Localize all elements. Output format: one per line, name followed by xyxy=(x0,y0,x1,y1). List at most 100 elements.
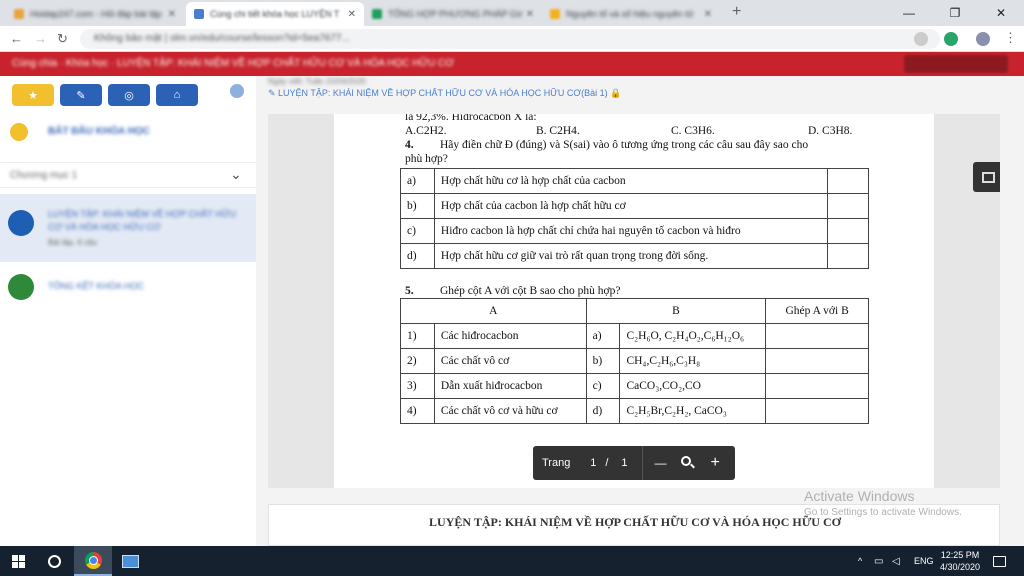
row-letter: c) xyxy=(585,373,621,399)
answer-cell[interactable] xyxy=(827,168,869,194)
row-label: c) xyxy=(400,218,435,244)
profile-avatar[interactable] xyxy=(976,32,990,46)
tab-title: Nguyên tố và số hiệu nguyên tử xyxy=(566,9,694,19)
close-window-button[interactable]: ✕ xyxy=(978,0,1024,26)
chevron-down-icon[interactable]: ⌄ xyxy=(230,166,242,183)
pencil-icon: ✎ xyxy=(76,89,86,102)
browser-tab[interactable]: Hoidap247.com - Hỏi đáp bài tập ✕ xyxy=(6,2,184,26)
table-row: c) Hiđro cacbon là hợp chất chỉ chứa hai … xyxy=(400,218,869,244)
new-tab-button[interactable]: + xyxy=(732,3,741,21)
match-cell[interactable] xyxy=(765,373,869,399)
browser-tab-active[interactable]: Cùng chi tiết khóa học LUYỆN T ✕ xyxy=(186,2,364,26)
maximize-button[interactable]: ❐ xyxy=(932,0,978,26)
edit-button[interactable]: ✎ xyxy=(60,84,102,106)
tab-favicon-icon xyxy=(14,9,24,19)
chrome-taskbar-button[interactable] xyxy=(74,546,112,576)
pdf-page: là 92,3%. Hiđrocacbon X là: A.C2H2. B. C… xyxy=(334,114,934,488)
table-row: 4) Các chất vô cơ và hữu cơ d) C₂H₅Br,C₂H₂,… xyxy=(400,398,869,424)
breadcrumb[interactable]: Cùng chia · Khóa học · LUYỆN TẬP: KHÁI N… xyxy=(12,58,454,69)
tab-close-icon[interactable]: ✕ xyxy=(348,9,356,20)
page-separator: / xyxy=(605,457,609,469)
start-course-label: BẮT ĐẦU KHÓA HỌC xyxy=(48,126,150,137)
clock[interactable]: 12:25 PM 4/30/2020 xyxy=(938,546,982,576)
posted-date: Ngày viết: Tuần 15/04/2020 xyxy=(268,77,366,86)
start-course-item[interactable]: BẮT ĐẦU KHÓA HỌC xyxy=(0,116,256,148)
chat-button[interactable]: ◎ xyxy=(108,84,150,106)
browser-tab-strip: Hoidap247.com - Hỏi đáp bài tập ✕ Cùng c… xyxy=(0,0,1024,26)
extension-icon[interactable] xyxy=(944,32,958,46)
divider xyxy=(641,446,643,480)
lesson-item-active[interactable]: LUYỆN TẬP: KHÁI NIỆM VỀ HỢP CHẤT HỮU CƠ … xyxy=(0,194,256,262)
fullscreen-icon xyxy=(981,171,995,183)
current-page-input[interactable]: 1 xyxy=(586,457,600,469)
notification-icon[interactable] xyxy=(993,546,1006,576)
table-row: d) Hợp chất hữu cơ giữ vai trò rất quan t… xyxy=(400,243,869,269)
column-b-cell: C₂H₆O, C₂H₄O₂,C₆H₁₂O₆ xyxy=(619,323,767,349)
extension-icon[interactable] xyxy=(914,32,928,46)
answer-cell[interactable] xyxy=(827,243,869,269)
tab-close-icon[interactable]: ✕ xyxy=(526,9,534,20)
match-cell[interactable] xyxy=(765,323,869,349)
home-button[interactable]: ⌂ xyxy=(156,84,198,106)
lesson-dot-icon xyxy=(8,210,34,236)
app-taskbar-button[interactable] xyxy=(112,546,148,576)
column-a-cell: Dẫn xuất hiđrocacbon xyxy=(433,373,587,399)
network-icon[interactable]: ▭ xyxy=(874,546,883,576)
table-row: 3) Dẫn xuất hiđrocacbon c) CaCO₃,CO₂,CO xyxy=(400,373,869,399)
row-label: a) xyxy=(400,168,435,194)
table-header-row: A B Ghép A với B xyxy=(400,298,869,324)
question-text: Ghép cột A với cột B sao cho phù hợp? xyxy=(440,285,621,297)
language-indicator[interactable]: ENG xyxy=(914,546,934,576)
page-label: Trang xyxy=(542,457,571,469)
minimize-button[interactable]: — xyxy=(886,0,932,26)
tray-overflow-icon[interactable]: ^ xyxy=(858,546,862,576)
row-statement: Hợp chất hữu cơ giữ vai trò rất quan trọ… xyxy=(433,243,829,269)
summary-item[interactable]: TỔNG KẾT KHÓA HỌC xyxy=(0,272,256,302)
row-statement: Hiđro cacbon là hợp chất chỉ chứa hai ng… xyxy=(433,218,829,244)
chapter-label: Chương mục 1 xyxy=(10,170,78,181)
tab-favicon-icon xyxy=(550,9,560,19)
fullscreen-button[interactable] xyxy=(973,162,1000,192)
zoom-out-button[interactable]: — xyxy=(655,456,667,470)
menu-dots-icon[interactable]: ⋮ xyxy=(1004,30,1017,46)
column-b-cell: CH₄,C₂H₆,C₃H₈ xyxy=(619,348,767,374)
header-action-button[interactable] xyxy=(904,55,1008,73)
doc-text: là 92,3%. Hiđrocacbon X là: xyxy=(405,114,537,123)
tab-title: TỔNG HỢP PHƯƠNG PHÁP GIẢI xyxy=(388,9,522,19)
star-button[interactable]: ★ xyxy=(12,84,54,106)
match-cell[interactable] xyxy=(765,398,869,424)
row-statement: Hợp chất của cacbon là hợp chất hữu cơ xyxy=(433,193,829,219)
tab-favicon-icon xyxy=(372,9,382,19)
tab-close-icon[interactable]: ✕ xyxy=(704,9,712,20)
column-header: B xyxy=(585,298,767,324)
help-icon[interactable] xyxy=(230,84,244,98)
table-row: 2) Các chất vô cơ b) CH₄,C₂H₆,C₃H₈ xyxy=(400,348,869,374)
browser-tab[interactable]: Nguyên tố và số hiệu nguyên tử ✕ xyxy=(542,2,720,26)
forward-arrow-icon[interactable]: → xyxy=(34,31,47,46)
tab-title: Cùng chi tiết khóa học LUYỆN T xyxy=(210,9,340,19)
lesson-title: LUYỆN TẬP: KHÁI NIỆM VỀ HỢP CHẤT HỮU CƠ … xyxy=(48,209,236,232)
start-button[interactable] xyxy=(0,546,36,576)
match-cell[interactable] xyxy=(765,348,869,374)
column-b-cell: CaCO₃,CO₂,CO xyxy=(619,373,767,399)
chapter-section-header[interactable]: Chương mục 1 ⌄ xyxy=(0,162,256,188)
answer-cell[interactable] xyxy=(827,218,869,244)
browser-tab[interactable]: TỔNG HỢP PHƯƠNG PHÁP GIẢI ✕ xyxy=(364,2,542,26)
back-arrow-icon[interactable]: ← xyxy=(10,31,23,46)
answer-cell[interactable] xyxy=(827,193,869,219)
row-number: 2) xyxy=(400,348,435,374)
zoom-search-icon[interactable] xyxy=(680,456,695,470)
search-button[interactable] xyxy=(36,546,72,576)
tab-close-icon[interactable]: ✕ xyxy=(168,9,176,20)
home-icon: ⌂ xyxy=(173,89,181,101)
volume-icon[interactable]: ◁ xyxy=(892,546,900,576)
table-row: 1) Các hiđrocacbon a) C₂H₆O, C₂H₄O₂,C₆H₁₂O₆ xyxy=(400,323,869,349)
reload-icon[interactable]: ↻ xyxy=(57,31,68,47)
address-bar[interactable]: Không bảo mật | olm.vn/edu/course/lesson… xyxy=(80,29,940,49)
lesson-link[interactable]: ✎ LUYỆN TẬP: KHÁI NIỆM VỀ HỢP CHẤT HỮU C… xyxy=(268,88,621,99)
zoom-in-button[interactable]: + xyxy=(711,454,720,472)
question-number: 5. xyxy=(405,285,414,297)
total-pages: 1 xyxy=(621,457,628,469)
star-icon: ★ xyxy=(28,89,38,102)
column-b-cell: C₂H₅Br,C₂H₂, CaCO₃ xyxy=(619,398,767,424)
